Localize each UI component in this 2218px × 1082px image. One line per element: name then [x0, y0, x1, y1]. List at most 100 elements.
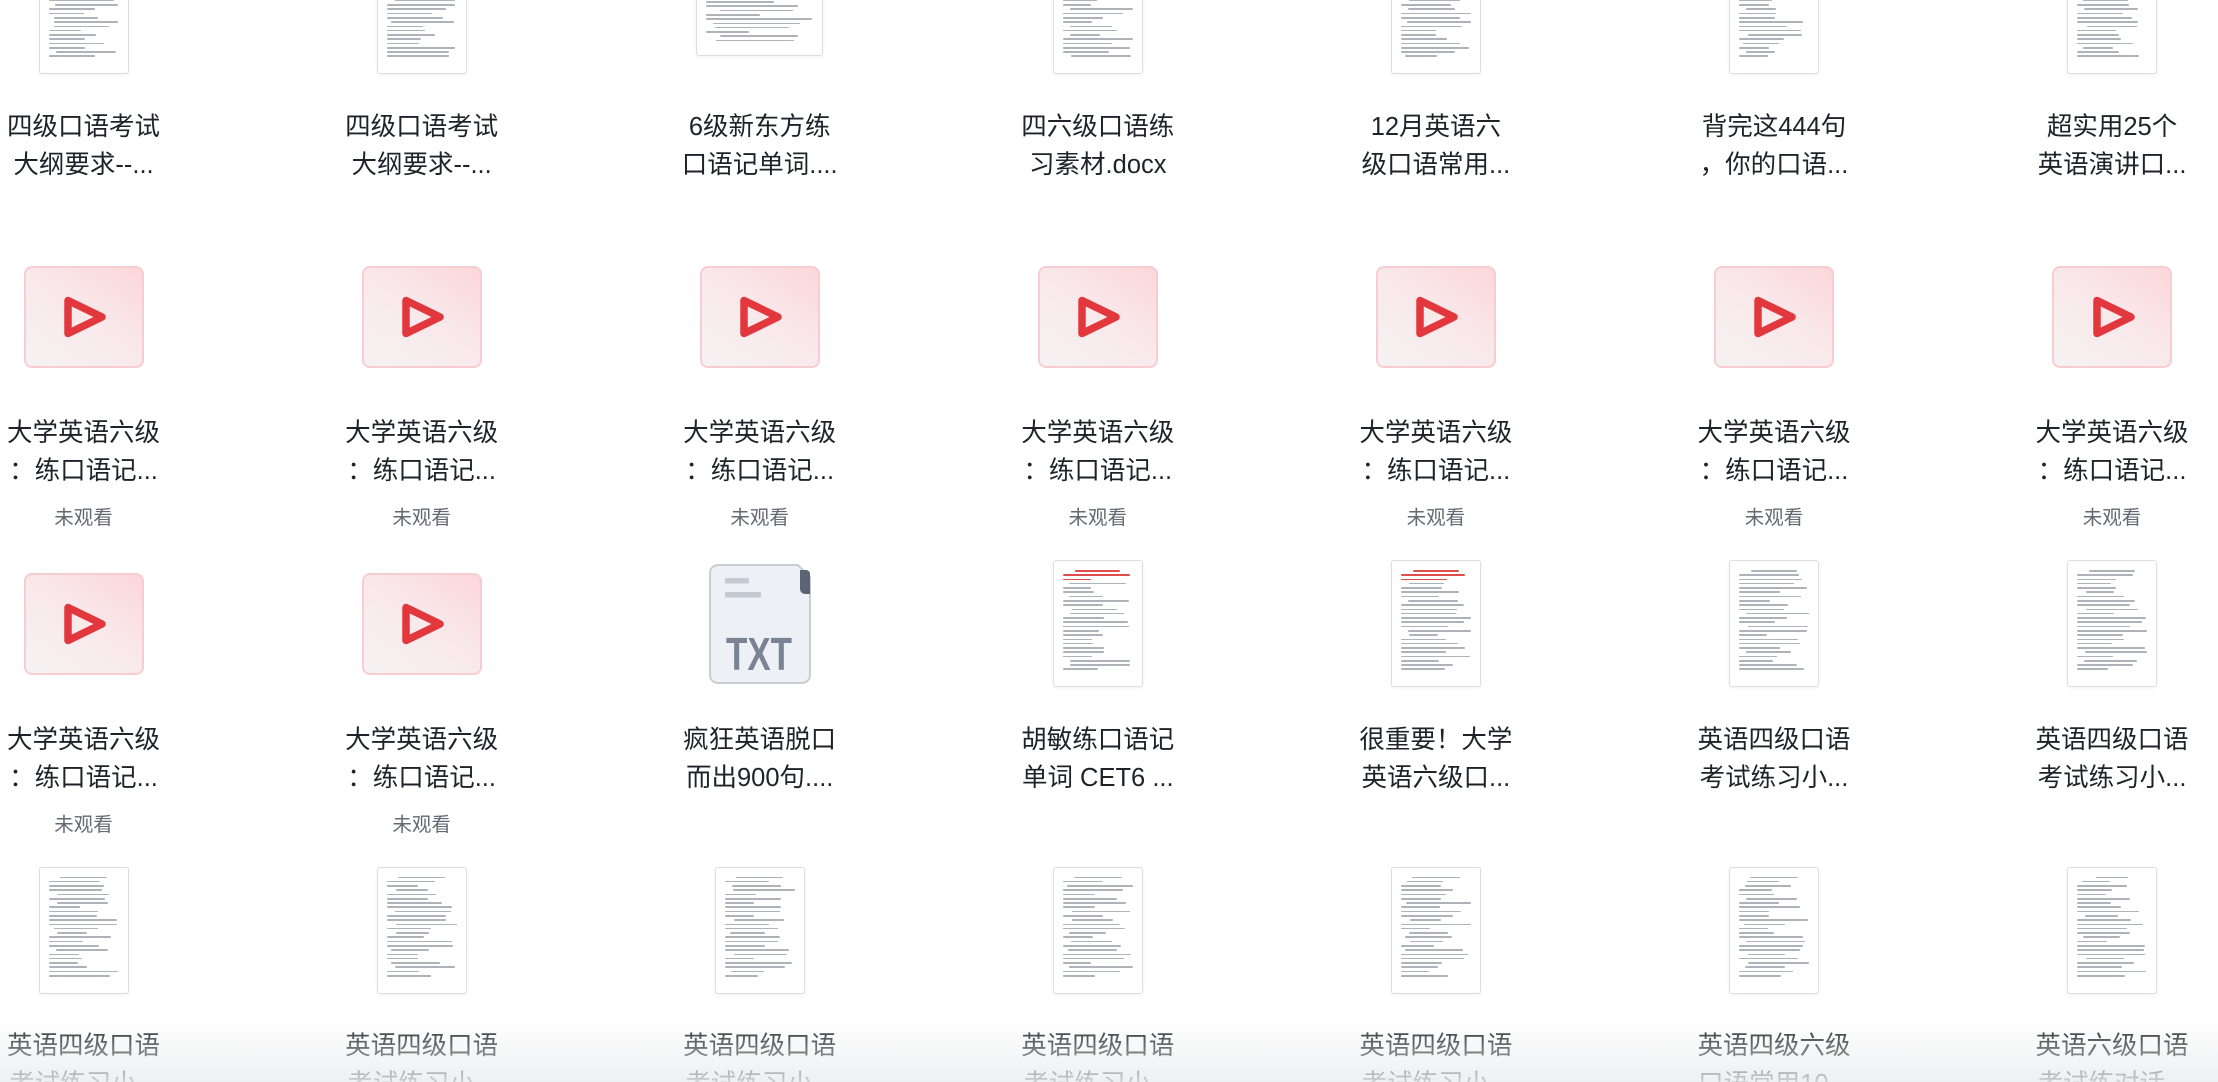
- file-item[interactable]: 6级新东方练 口语记单词....: [677, 0, 843, 184]
- file-thumbnail[interactable]: [339, 0, 505, 76]
- document-text-line: [706, 18, 812, 20]
- document-text-line: [386, 34, 435, 36]
- watch-status-label: 未观看: [1406, 507, 1466, 529]
- file-thumbnail[interactable]: [677, 0, 843, 76]
- file-thumbnail[interactable]: [1, 865, 167, 995]
- file-thumbnail[interactable]: [1015, 0, 1181, 76]
- document-text-line: [1062, 634, 1104, 636]
- document-text-line: [1406, 880, 1443, 883]
- document-text-line: [1745, 51, 1775, 53]
- document-preview: [38, 0, 129, 74]
- file-thumbnail[interactable]: [677, 252, 843, 382]
- document-text-line: [386, 957, 419, 960]
- file-thumbnail[interactable]: [1691, 559, 1857, 689]
- document-text-line: [1738, 574, 1799, 576]
- document-text-line: [2077, 966, 2123, 968]
- file-item[interactable]: 英语四级口语 考试练习小...: [1691, 559, 1857, 797]
- file-thumbnail[interactable]: TXT: [677, 559, 843, 689]
- file-name: 大学英语六级 ：练口语记...: [1, 721, 167, 797]
- file-item[interactable]: 很重要！大学 英语六级口...: [1353, 559, 1519, 797]
- file-item[interactable]: 大学英语六级 ：练口语记... 未观看: [677, 252, 843, 532]
- file-item[interactable]: 英语四级六级 口语常用10...: [1691, 865, 1857, 1082]
- file-item[interactable]: 四六级口语练 习素材.docx: [1015, 0, 1181, 184]
- file-thumbnail[interactable]: [677, 865, 843, 995]
- file-name: 胡敏练口语记 单词 CET6 ...: [1015, 721, 1181, 797]
- document-text-line: [2077, 910, 2140, 913]
- file-name-line: 英语四级口语: [683, 1032, 837, 1060]
- file-item[interactable]: 大学英语六级 ：练口语记... 未观看: [339, 559, 505, 839]
- document-text-line: [1750, 570, 1797, 572]
- file-thumbnail[interactable]: [1691, 865, 1857, 995]
- document-text-line: [48, 974, 111, 977]
- document-text-line: [1738, 927, 1769, 930]
- file-thumbnail[interactable]: [1353, 252, 1519, 382]
- file-thumbnail[interactable]: [2029, 559, 2195, 689]
- document-text-line: [724, 927, 778, 930]
- document-text-line: [390, 962, 440, 964]
- document-text-line: [1400, 46, 1470, 49]
- document-text-line: [1400, 16, 1461, 19]
- file-item[interactable]: 超实用25个 英语演讲口...: [2029, 0, 2195, 184]
- document-text-line: [48, 880, 101, 883]
- file-thumbnail[interactable]: [339, 865, 505, 995]
- file-item[interactable]: 大学英语六级 ：练口语记... 未观看: [1353, 252, 1519, 532]
- file-item[interactable]: 大学英语六级 ：练口语记... 未观看: [1, 559, 167, 839]
- document-text-line: [386, 42, 419, 45]
- file-item[interactable]: 背完这444句 ，你的口语...: [1691, 0, 1857, 184]
- file-item[interactable]: 大学英语六级 ：练口语记... 未观看: [1, 252, 167, 532]
- file-name: 英语四级口语 考试练习小...: [1691, 721, 1857, 797]
- document-text-line: [2077, 621, 2142, 623]
- file-item[interactable]: 大学英语六级 ：练口语记... 未观看: [1015, 252, 1181, 532]
- document-text-line: [1738, 655, 1777, 658]
- file-item[interactable]: 英语四级口语 考试练习小...: [1, 865, 167, 1082]
- file-thumbnail[interactable]: [1, 559, 167, 689]
- file-thumbnail[interactable]: [1, 0, 167, 76]
- file-item[interactable]: 12月英语六 级口语常用...: [1353, 0, 1519, 184]
- document-text-line: [1062, 897, 1118, 900]
- document-text-line: [2085, 608, 2138, 611]
- file-item[interactable]: 大学英语六级 ：练口语记... 未观看: [2029, 252, 2195, 532]
- document-text-line: [386, 12, 432, 15]
- file-thumbnail[interactable]: [1353, 559, 1519, 689]
- file-item[interactable]: 四级口语考试 大纲要求--...: [1, 0, 167, 184]
- file-thumbnail[interactable]: [1015, 865, 1181, 995]
- document-text-line: [2096, 876, 2128, 879]
- file-thumbnail[interactable]: [339, 559, 505, 689]
- file-thumbnail[interactable]: [1353, 0, 1519, 76]
- file-item[interactable]: 胡敏练口语记 单词 CET6 ...: [1015, 559, 1181, 797]
- file-name-line: 考试练习小...: [1699, 763, 1849, 792]
- file-thumbnail[interactable]: [2029, 252, 2195, 382]
- document-text-line: [1062, 46, 1131, 49]
- file-thumbnail[interactable]: [1015, 252, 1181, 382]
- document-text-line: [706, 1, 775, 3]
- video-thumbnail: [1713, 266, 1834, 368]
- file-item[interactable]: 英语四级口语 考试练习小...: [1015, 865, 1181, 1082]
- file-item[interactable]: 英语四级口语 考试练习小...: [677, 865, 843, 1082]
- video-thumbnail: [23, 572, 144, 675]
- file-thumbnail[interactable]: [2029, 865, 2195, 995]
- file-item[interactable]: TXT 疯狂英语脱口 而出900句....: [677, 559, 843, 797]
- file-item[interactable]: 英语四级口语 考试练习小...: [339, 865, 505, 1082]
- file-thumbnail[interactable]: [1, 252, 167, 382]
- file-thumbnail[interactable]: [2029, 0, 2195, 76]
- document-text-line: [55, 51, 116, 53]
- file-thumbnail[interactable]: [1691, 252, 1857, 382]
- file-thumbnail[interactable]: [1015, 559, 1181, 689]
- document-text-line: [2077, 625, 2131, 628]
- file-name-line: 而出900句....: [685, 763, 834, 792]
- file-item[interactable]: 英语四级口语 考试练习小...: [2029, 559, 2195, 797]
- file-thumbnail[interactable]: [1691, 0, 1857, 76]
- file-item[interactable]: 大学英语六级 ：练口语记... 未观看: [339, 252, 505, 532]
- document-text-line: [2077, 16, 2133, 19]
- document-text-line: [1062, 651, 1105, 653]
- file-thumbnail[interactable]: [339, 252, 505, 382]
- file-item[interactable]: 英语四级口语 考试练习小...: [1353, 865, 1519, 1082]
- file-item[interactable]: 四级口语考试 大纲要求--...: [339, 0, 505, 184]
- document-text-preview: [386, 0, 457, 65]
- document-preview: [2067, 866, 2158, 994]
- file-item[interactable]: 英语六级口语 考试练对话...: [2029, 865, 2195, 1082]
- file-item[interactable]: 大学英语六级 ：练口语记... 未观看: [1691, 252, 1857, 532]
- file-name-line: 背完这444句: [1701, 112, 1847, 141]
- file-name-line: 大学英语六级: [6, 725, 160, 754]
- file-thumbnail[interactable]: [1353, 865, 1519, 995]
